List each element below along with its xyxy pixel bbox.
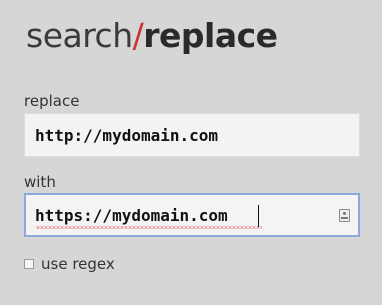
replace-input[interactable] — [25, 114, 359, 156]
use-regex-option[interactable]: use regex — [24, 255, 115, 273]
logo-word-search: search — [26, 16, 133, 55]
app-logo: search/replace — [26, 14, 278, 58]
with-input[interactable] — [26, 195, 358, 235]
logo-word-replace: replace — [143, 16, 278, 55]
contact-card-icon[interactable] — [339, 209, 350, 222]
with-field[interactable] — [24, 193, 360, 237]
with-label: with — [24, 173, 56, 191]
logo-slash: / — [132, 16, 144, 55]
replace-field[interactable] — [24, 113, 360, 157]
use-regex-label: use regex — [41, 255, 115, 273]
text-caret — [258, 205, 259, 227]
use-regex-checkbox[interactable] — [24, 259, 34, 269]
replace-label: replace — [24, 92, 80, 110]
